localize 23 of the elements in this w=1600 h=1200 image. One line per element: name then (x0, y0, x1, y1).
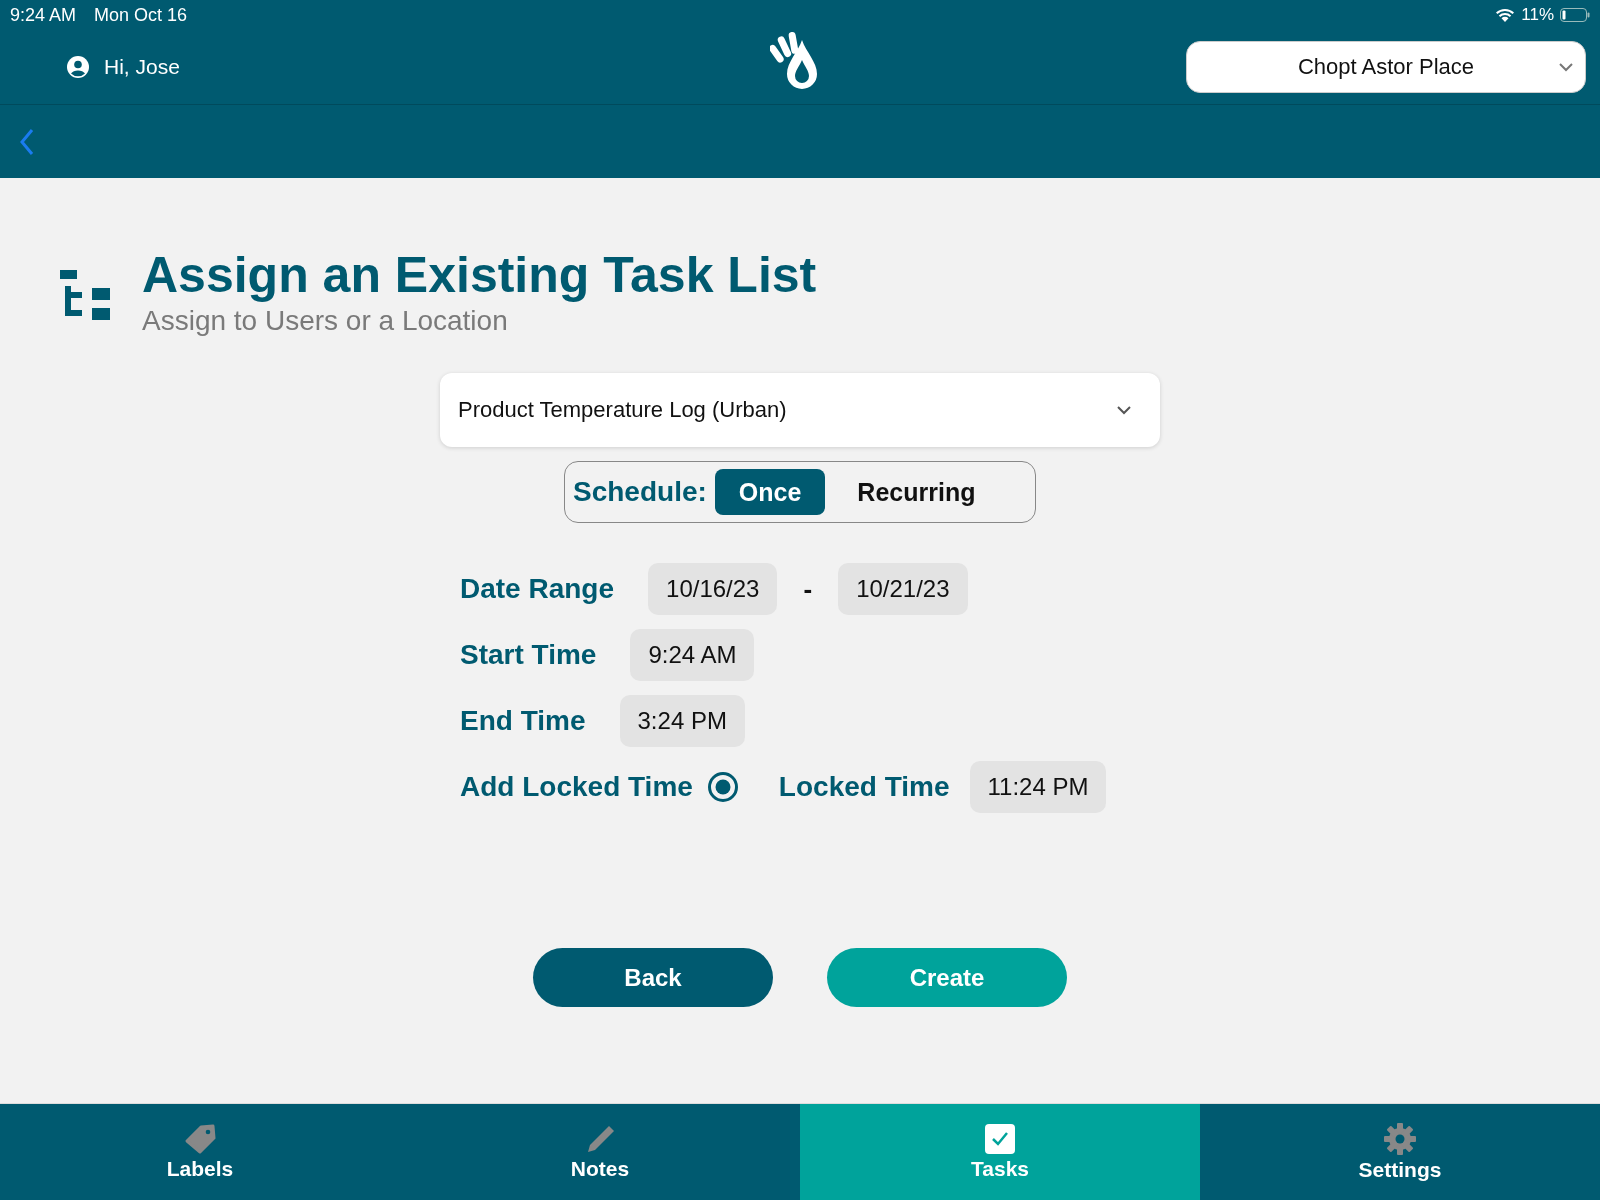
start-time-label: Start Time (460, 639, 597, 671)
back-button[interactable]: Back (533, 948, 773, 1007)
locked-time-field[interactable]: 11:24 PM (969, 761, 1107, 813)
end-time-field[interactable]: 3:24 PM (619, 695, 745, 747)
date-separator: - (803, 573, 813, 605)
greeting: Hi, Jose (104, 55, 180, 79)
end-time-label: End Time (460, 705, 586, 737)
locked-time-label: Locked Time (778, 771, 950, 803)
page-title: Assign an Existing Task List (142, 248, 817, 303)
status-time: 9:24 AM (10, 4, 77, 26)
add-locked-time-label: Add Locked Time (460, 771, 693, 803)
battery-percent: 11% (1521, 5, 1554, 25)
schedule-option[interactable]: Recurring (833, 469, 1000, 515)
schedule-option[interactable]: Once (714, 469, 826, 515)
end-date-field[interactable]: 10/21/23 (838, 563, 968, 615)
schedule-label: Schedule: (573, 476, 707, 508)
start-time-field[interactable]: 9:24 AM (630, 629, 755, 681)
status-date: Mon Oct 16 (94, 4, 188, 26)
task-list-dropdown[interactable]: Product Temperature Log (Urban) (440, 373, 1160, 447)
page-subtitle: Assign to Users or a Location (142, 305, 509, 337)
start-date-field[interactable]: 10/16/23 (648, 563, 778, 615)
date-range-label: Date Range (460, 573, 615, 605)
location-dropdown[interactable]: Chopt Astor Place (1186, 41, 1586, 93)
